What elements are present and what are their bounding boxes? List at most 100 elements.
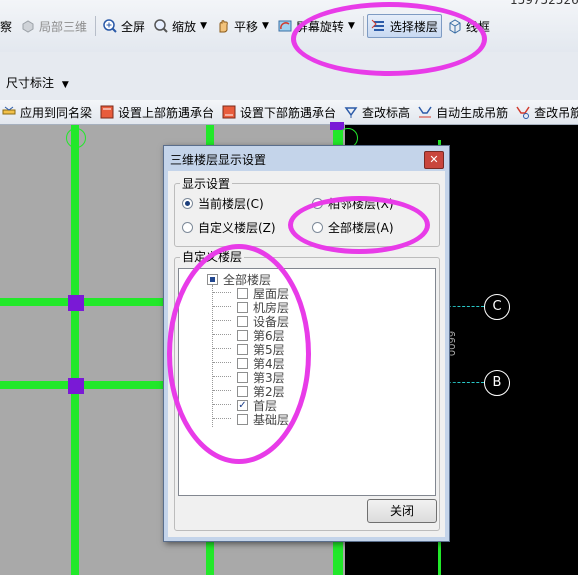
floor-tree[interactable]: 全部楼层 屋面层 机房层 设备层 第6层 第5层 第4层 第3层 第2层 ✓ 首层 基础层	[178, 268, 436, 496]
radio-current-label: 当前楼层(C)	[198, 197, 264, 211]
screen-rotate-label: 屏幕旋转	[295, 19, 344, 34]
fullscreen-button[interactable]: 全屏	[99, 15, 148, 37]
observe-label: 察	[0, 19, 13, 34]
fullscreen-icon	[102, 18, 118, 34]
floor-checkbox[interactable]	[237, 288, 248, 299]
column[interactable]	[68, 378, 84, 394]
radio-adjacent-floor[interactable]: 相邻楼层(X)	[312, 195, 394, 212]
custom-floors-label: 自定义楼层	[180, 248, 245, 265]
floor-checkbox[interactable]	[237, 330, 248, 341]
dialog-close-icon[interactable]: ✕	[424, 151, 444, 169]
display-settings-group	[174, 183, 440, 247]
screen-rotate-dropdown-icon[interactable]: ▼	[348, 21, 355, 31]
rebar-toolbar: 应用到同名梁 设置上部筋遇承台 设置下部筋遇承台 查改标高 自动生成吊筋 查改吊…	[0, 100, 578, 125]
axis-label-b: B	[484, 370, 510, 396]
radio-dot	[312, 222, 323, 233]
zoom-button[interactable]: 缩放 ▼	[150, 15, 210, 37]
zoom-icon	[153, 18, 169, 34]
secondary-toolbar: 尺寸标注 ▼	[0, 52, 578, 100]
axis-bubble	[66, 128, 86, 148]
select-floor-button[interactable]: 选择楼层	[366, 14, 442, 38]
pan-dropdown-icon[interactable]: ▼	[262, 21, 269, 31]
set-bottom-rebar-label: 设置下部筋遇承台	[240, 105, 337, 120]
floor-checkbox[interactable]: ✓	[237, 400, 248, 411]
partial-3d-icon	[20, 18, 36, 34]
floor-checkbox[interactable]	[237, 386, 248, 397]
tree-connector	[213, 418, 231, 419]
set-bottom-rebar-icon	[222, 105, 236, 119]
observe-button[interactable]: 察	[0, 15, 15, 37]
tree-connector	[213, 306, 231, 307]
phone-number-fragment: 159752526	[510, 0, 578, 7]
radio-custom-label: 自定义楼层(Z)	[198, 221, 276, 235]
tree-connector	[213, 334, 231, 335]
screen-rotate-button[interactable]: 屏幕旋转 ▼	[274, 15, 358, 37]
axis-label-c: C	[484, 294, 510, 320]
auto-hanger-label: 自动生成吊筋	[436, 105, 509, 120]
auto-hanger-icon	[418, 105, 432, 119]
tree-connector	[213, 362, 231, 363]
check-hanger-icon	[516, 105, 530, 119]
apply-same-beam-icon	[2, 105, 16, 119]
auto-hanger-button[interactable]: 自动生成吊筋	[416, 104, 510, 121]
radio-all-floors[interactable]: 全部楼层(A)	[312, 219, 394, 236]
radio-current-floor[interactable]: 当前楼层(C)	[182, 195, 264, 212]
axis-line	[448, 382, 484, 383]
floor-display-dialog: 三维楼层显示设置 ✕ 显示设置 当前楼层(C) 相邻楼层(X) 自定义楼层(Z)…	[163, 145, 450, 542]
tree-floor-item[interactable]: 基础层	[237, 411, 289, 428]
display-settings-label: 显示设置	[180, 175, 233, 192]
wireframe-icon	[447, 18, 463, 34]
tree-connector	[213, 404, 231, 405]
tree-root-checkbox[interactable]	[207, 274, 218, 285]
check-hanger-label: 查改吊筋	[534, 105, 578, 120]
axis-line	[448, 306, 484, 307]
floor-checkbox[interactable]	[237, 414, 248, 425]
dimension-dropdown-icon: ▼	[61, 80, 69, 90]
set-top-rebar-icon	[100, 105, 114, 119]
pan-label: 平移	[233, 19, 258, 34]
floor-label: 基础层	[253, 413, 290, 427]
zoom-label: 缩放	[172, 19, 197, 34]
floor-checkbox[interactable]	[237, 316, 248, 327]
floor-checkbox[interactable]	[237, 344, 248, 355]
floor-checkbox[interactable]	[237, 372, 248, 383]
tree-connector	[213, 292, 231, 293]
set-top-rebar-label: 设置上部筋遇承台	[118, 105, 215, 120]
tree-connector	[213, 348, 231, 349]
partial-3d-button[interactable]: 局部三维	[17, 15, 90, 37]
select-floor-icon	[371, 18, 387, 34]
floor-checkbox[interactable]	[237, 302, 248, 313]
apply-same-beam-label: 应用到同名梁	[20, 105, 93, 120]
radio-all-label: 全部楼层(A)	[328, 221, 394, 235]
check-elevation-icon	[344, 105, 358, 119]
toolbar-separator	[362, 16, 364, 36]
column[interactable]	[68, 295, 84, 311]
check-elevation-button[interactable]: 查改标高	[342, 104, 412, 121]
select-floor-label: 选择楼层	[389, 19, 438, 34]
fullscreen-label: 全屏	[121, 19, 146, 34]
check-hanger-button[interactable]: 查改吊筋	[514, 104, 578, 121]
tree-connector	[213, 320, 231, 321]
tree-connector	[213, 390, 231, 391]
radio-custom-floor[interactable]: 自定义楼层(Z)	[182, 219, 276, 236]
partial-3d-label: 局部三维	[39, 19, 88, 34]
pan-icon	[215, 18, 231, 34]
radio-dot	[312, 198, 323, 209]
dimension-label: 尺寸标注	[6, 76, 55, 90]
check-elevation-label: 查改标高	[362, 105, 411, 120]
zoom-dropdown-icon[interactable]: ▼	[200, 21, 207, 31]
dialog-title: 三维楼层显示设置	[170, 153, 267, 167]
main-toolbar: 159752526 察 局部三维 全屏 缩放 ▼ 平移 ▼ 屏幕旋转 ▼ 选择楼…	[0, 0, 578, 52]
main-toolbar-row: 察 局部三维 全屏 缩放 ▼ 平移 ▼ 屏幕旋转 ▼ 选择楼层 线框	[0, 14, 495, 38]
set-top-rebar-button[interactable]: 设置上部筋遇承台	[98, 104, 216, 121]
pan-button[interactable]: 平移 ▼	[212, 15, 272, 37]
beam-vertical[interactable]	[71, 125, 79, 575]
apply-same-beam-button[interactable]: 应用到同名梁	[0, 104, 94, 121]
wireframe-button[interactable]: 线框	[444, 15, 493, 37]
radio-adjacent-label: 相邻楼层(X)	[328, 197, 394, 211]
dimension-dropdown[interactable]: 尺寸标注 ▼	[6, 74, 69, 91]
screen-rotate-icon	[277, 18, 293, 34]
floor-checkbox[interactable]	[237, 358, 248, 369]
set-bottom-rebar-button[interactable]: 设置下部筋遇承台	[220, 104, 338, 121]
close-button[interactable]: 关闭	[367, 499, 437, 523]
